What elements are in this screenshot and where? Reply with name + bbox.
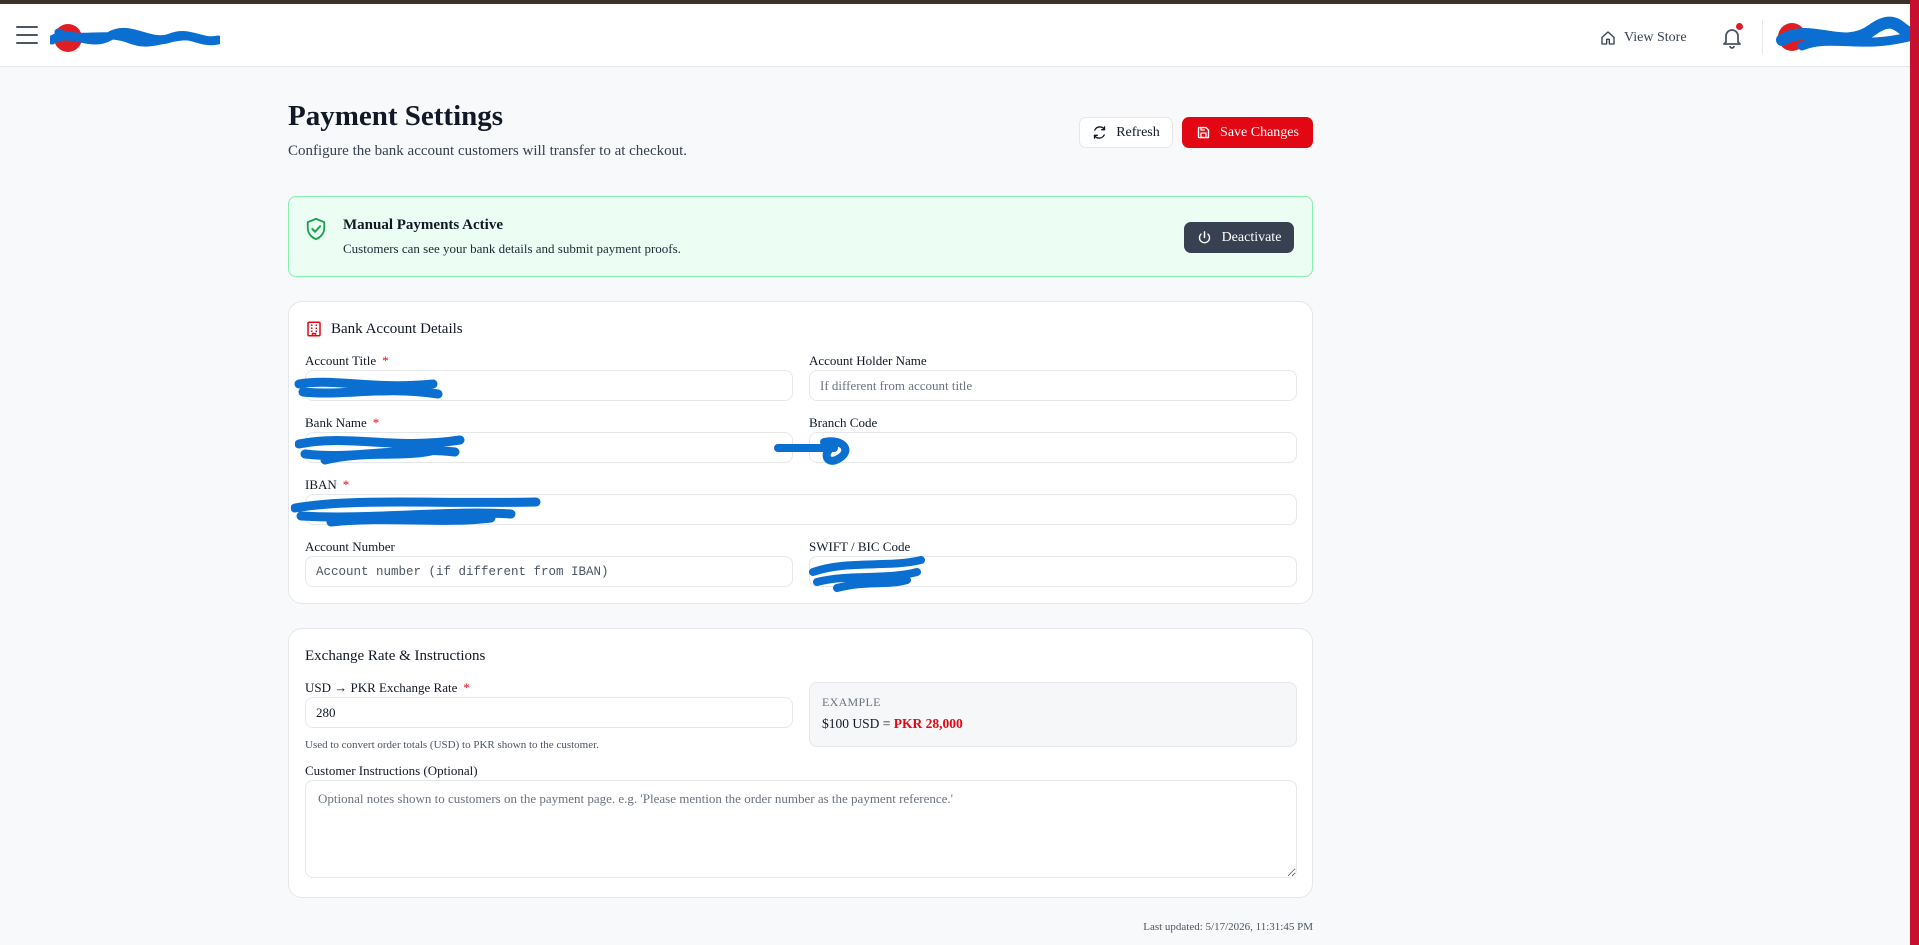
hamburger-menu-icon[interactable] bbox=[16, 26, 38, 46]
exchange-example-box: EXAMPLE $100 USD = PKR 28,000 bbox=[809, 682, 1297, 747]
status-description: Customers can see your bank details and … bbox=[343, 241, 681, 256]
brand-logo[interactable] bbox=[47, 18, 223, 58]
bank-account-details-card: Bank Account Details Account Title * Acco… bbox=[288, 301, 1313, 604]
view-store-link[interactable]: View Store bbox=[1600, 27, 1687, 49]
exchange-card-title: Exchange Rate & Instructions bbox=[305, 648, 486, 664]
branch-code-input[interactable] bbox=[809, 432, 1297, 463]
save-changes-button[interactable]: Save Changes bbox=[1182, 117, 1313, 148]
required-asterisk: * bbox=[463, 680, 470, 695]
save-icon bbox=[1197, 126, 1210, 139]
deactivate-button[interactable]: Deactivate bbox=[1184, 222, 1294, 253]
bank-name-input[interactable] bbox=[305, 432, 793, 463]
bank-name-label: Bank Name * bbox=[305, 415, 380, 430]
iban-label: IBAN * bbox=[305, 477, 350, 492]
customer-instructions-textarea[interactable] bbox=[305, 780, 1297, 878]
account-number-label: Account Number bbox=[305, 539, 395, 554]
exchange-rate-input[interactable] bbox=[305, 697, 793, 728]
iban-input[interactable] bbox=[305, 494, 1297, 525]
page-title: Payment Settings bbox=[288, 100, 504, 132]
required-asterisk: * bbox=[342, 477, 350, 492]
required-asterisk: * bbox=[372, 415, 380, 430]
header-divider bbox=[1762, 20, 1763, 54]
customer-instructions-label: Customer Instructions (Optional) bbox=[305, 763, 478, 778]
redacted-logo-scribble bbox=[47, 24, 223, 52]
home-icon bbox=[1601, 31, 1615, 45]
page-subtitle: Configure the bank account customers wil… bbox=[288, 143, 688, 159]
bank-building-icon bbox=[307, 321, 321, 337]
refresh-icon bbox=[1094, 126, 1106, 139]
manual-payments-status-card: Manual Payments Active Customers can see… bbox=[288, 196, 1313, 277]
notification-badge bbox=[1736, 23, 1743, 30]
deactivate-label: Deactivate bbox=[1221, 229, 1282, 245]
example-pkr-amount: PKR 28,000 bbox=[893, 716, 963, 731]
redacted-user-scribble bbox=[1776, 16, 1919, 51]
right-edge-scrollbar[interactable] bbox=[1910, 0, 1919, 945]
power-icon bbox=[1198, 231, 1210, 244]
account-title-label: Account Title * bbox=[305, 353, 389, 368]
refresh-label: Refresh bbox=[1116, 124, 1160, 140]
account-holder-input[interactable] bbox=[809, 370, 1297, 401]
user-account-menu[interactable] bbox=[1772, 14, 1919, 60]
exchange-rate-label: USD → PKR Exchange Rate * bbox=[305, 680, 470, 695]
exchange-rate-card: Exchange Rate & Instructions USD → PKR E… bbox=[288, 628, 1313, 898]
account-number-input[interactable] bbox=[305, 556, 793, 587]
swift-code-input[interactable] bbox=[809, 556, 1297, 587]
bank-card-header: Bank Account Details bbox=[305, 320, 463, 338]
account-holder-label: Account Holder Name bbox=[809, 353, 927, 368]
example-value: $100 USD = PKR 28,000 bbox=[822, 716, 963, 731]
refresh-button[interactable]: Refresh bbox=[1079, 117, 1173, 148]
save-changes-label: Save Changes bbox=[1220, 124, 1299, 140]
branch-code-label: Branch Code bbox=[809, 415, 878, 430]
last-updated-timestamp: Last updated: 5/17/2026, 11:31:45 PM bbox=[1143, 921, 1313, 933]
account-title-input[interactable] bbox=[305, 370, 793, 401]
example-label: EXAMPLE bbox=[822, 695, 881, 709]
swift-code-label: SWIFT / BIC Code bbox=[809, 539, 911, 554]
shield-check-icon bbox=[306, 218, 326, 240]
exchange-rate-help: Used to convert order totals (USD) to PK… bbox=[305, 739, 599, 751]
top-navbar: View Store bbox=[0, 4, 1919, 67]
bank-card-title: Bank Account Details bbox=[331, 320, 463, 337]
status-title: Manual Payments Active bbox=[343, 217, 503, 233]
required-asterisk: * bbox=[382, 353, 389, 368]
view-store-label: View Store bbox=[1624, 30, 1687, 45]
